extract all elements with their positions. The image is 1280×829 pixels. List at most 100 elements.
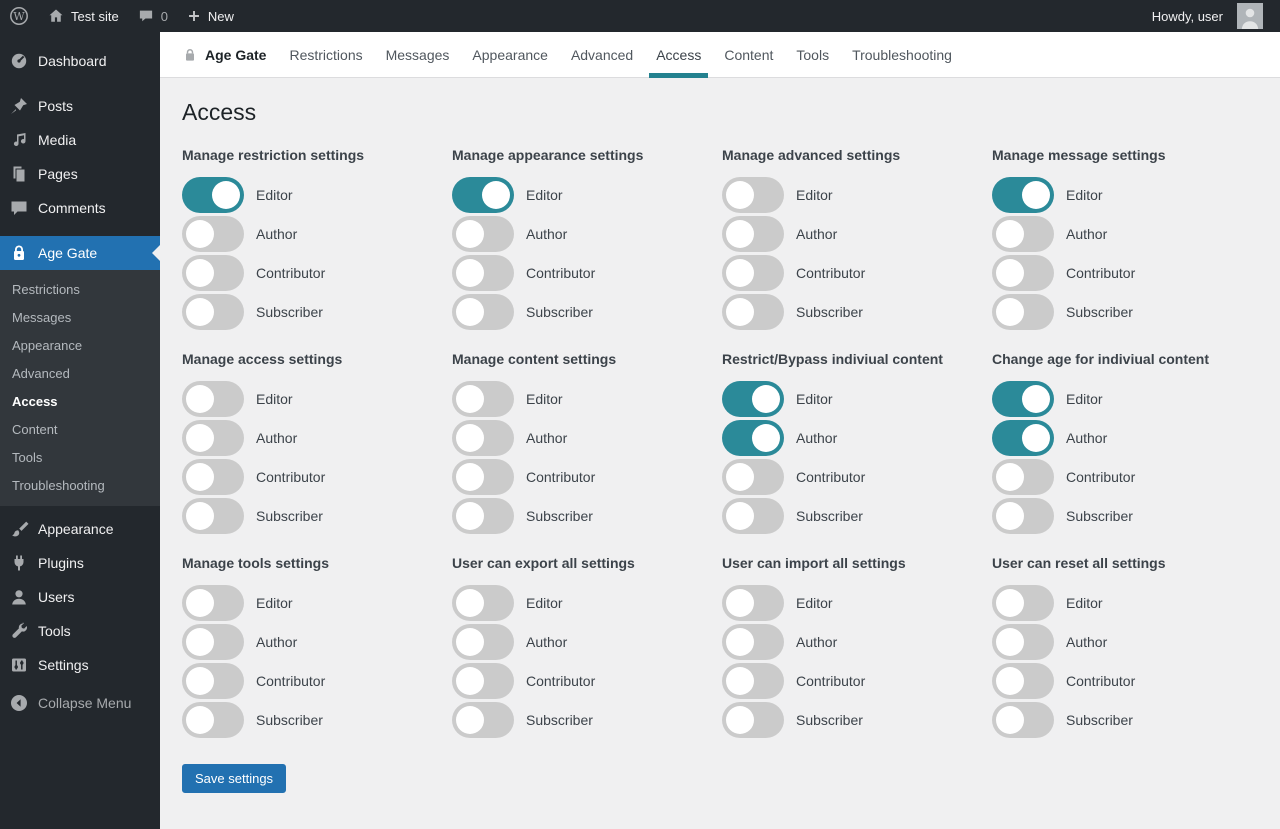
toggle-editor[interactable] [992, 585, 1054, 621]
wordpress-logo[interactable]: W [0, 0, 38, 32]
tab-tools[interactable]: Tools [796, 32, 829, 78]
tab-appearance[interactable]: Appearance [472, 32, 548, 78]
toggle-author[interactable] [992, 624, 1054, 660]
tab-content[interactable]: Content [724, 32, 773, 78]
toggle-subscriber[interactable] [452, 498, 514, 534]
toggle-row: Author [452, 420, 722, 456]
sidebar-item-pages[interactable]: Pages [0, 157, 160, 191]
sidebar-item-label: Settings [38, 657, 89, 673]
submenu-item-messages[interactable]: Messages [0, 304, 160, 332]
toggle-label: Author [796, 226, 838, 242]
toggle-editor[interactable] [722, 585, 784, 621]
sidebar-item-plugins[interactable]: Plugins [0, 546, 160, 580]
save-settings-button[interactable]: Save settings [182, 764, 287, 793]
toggle-editor[interactable] [182, 177, 244, 213]
toggle-editor[interactable] [452, 177, 514, 213]
group-title: User can reset all settings [992, 555, 1166, 571]
toggle-subscriber[interactable] [452, 294, 514, 330]
toggle-subscriber[interactable] [452, 702, 514, 738]
toggle-row: Contributor [182, 663, 452, 699]
toggle-editor[interactable] [182, 585, 244, 621]
collapse-menu-button[interactable]: Collapse Menu [0, 686, 160, 720]
svg-text:W: W [13, 10, 25, 23]
sidebar-item-label: Pages [38, 166, 78, 182]
toggle-knob [996, 667, 1024, 695]
toggle-subscriber[interactable] [722, 294, 784, 330]
toggle-subscriber[interactable] [182, 498, 244, 534]
toggle-editor[interactable] [722, 381, 784, 417]
toggle-author[interactable] [992, 420, 1054, 456]
toggle-subscriber[interactable] [182, 702, 244, 738]
toggle-knob [752, 424, 780, 452]
comments-menu[interactable]: 0 [128, 0, 177, 32]
comments-icon [11, 201, 27, 215]
toggle-author[interactable] [722, 420, 784, 456]
group-title: Manage advanced settings [722, 147, 901, 163]
group-title: Manage access settings [182, 351, 343, 367]
sidebar-item-appearance[interactable]: Appearance [0, 512, 160, 546]
toggle-subscriber[interactable] [182, 294, 244, 330]
toggle-author[interactable] [452, 216, 514, 252]
toggle-author[interactable] [722, 624, 784, 660]
sidebar-item-comments[interactable]: Comments [0, 191, 160, 225]
submenu-item-restrictions[interactable]: Restrictions [0, 276, 160, 304]
toggle-contributor[interactable] [722, 663, 784, 699]
toggle-author[interactable] [992, 216, 1054, 252]
toggle-contributor[interactable] [452, 663, 514, 699]
tab-troubleshooting[interactable]: Troubleshooting [852, 32, 952, 78]
toggle-subscriber[interactable] [992, 498, 1054, 534]
toggle-author[interactable] [722, 216, 784, 252]
toggle-editor[interactable] [992, 381, 1054, 417]
submenu-item-access[interactable]: Access [0, 388, 160, 416]
toggle-contributor[interactable] [182, 663, 244, 699]
toggle-contributor[interactable] [992, 255, 1054, 291]
group-rows: Editor Author Contributor Subscriber [992, 585, 1262, 738]
sidebar-item-settings[interactable]: Settings [0, 648, 160, 682]
sidebar-item-users[interactable]: Users [0, 580, 160, 614]
new-menu[interactable]: New [177, 0, 243, 32]
sidebar-item-posts[interactable]: Posts [0, 89, 160, 123]
toggle-editor[interactable] [722, 177, 784, 213]
submenu-item-appearance[interactable]: Appearance [0, 332, 160, 360]
toggle-author[interactable] [182, 624, 244, 660]
toggle-contributor[interactable] [182, 459, 244, 495]
toggle-contributor[interactable] [452, 459, 514, 495]
toggle-knob [456, 502, 484, 530]
toggle-knob [726, 628, 754, 656]
toggle-contributor[interactable] [452, 255, 514, 291]
toggle-editor[interactable] [452, 585, 514, 621]
site-name-menu[interactable]: Test site [38, 0, 128, 32]
tab-access[interactable]: Access [649, 32, 709, 78]
howdy-menu[interactable]: Howdy, user [1143, 0, 1272, 32]
toggle-subscriber[interactable] [992, 702, 1054, 738]
submenu-item-troubleshooting[interactable]: Troubleshooting [0, 472, 160, 500]
submenu-item-advanced[interactable]: Advanced [0, 360, 160, 388]
tab-advanced[interactable]: Advanced [571, 32, 633, 78]
toggle-author[interactable] [452, 420, 514, 456]
toggle-label: Contributor [1066, 673, 1136, 689]
toggle-author[interactable] [452, 624, 514, 660]
toggle-label: Contributor [526, 673, 596, 689]
toggle-editor[interactable] [992, 177, 1054, 213]
sidebar-item-dashboard[interactable]: Dashboard [0, 44, 160, 78]
toggle-contributor[interactable] [992, 663, 1054, 699]
sidebar-item-media[interactable]: Media [0, 123, 160, 157]
tab-restrictions[interactable]: Restrictions [289, 32, 362, 78]
toggle-contributor[interactable] [182, 255, 244, 291]
toggle-contributor[interactable] [722, 255, 784, 291]
sidebar-item-tools[interactable]: Tools [0, 614, 160, 648]
toggle-subscriber[interactable] [722, 702, 784, 738]
submenu-item-content[interactable]: Content [0, 416, 160, 444]
submenu-item-tools[interactable]: Tools [0, 444, 160, 472]
toggle-author[interactable] [182, 420, 244, 456]
toggle-author[interactable] [182, 216, 244, 252]
toggle-contributor[interactable] [992, 459, 1054, 495]
toggle-contributor[interactable] [722, 459, 784, 495]
tab-messages[interactable]: Messages [386, 32, 450, 78]
toggle-editor[interactable] [182, 381, 244, 417]
toggle-subscriber[interactable] [992, 294, 1054, 330]
toggle-subscriber[interactable] [722, 498, 784, 534]
toggle-editor[interactable] [452, 381, 514, 417]
settings-group: Manage content settings Editor Author Co… [452, 351, 722, 537]
sidebar-item-age-gate[interactable]: Age Gate [0, 236, 160, 270]
